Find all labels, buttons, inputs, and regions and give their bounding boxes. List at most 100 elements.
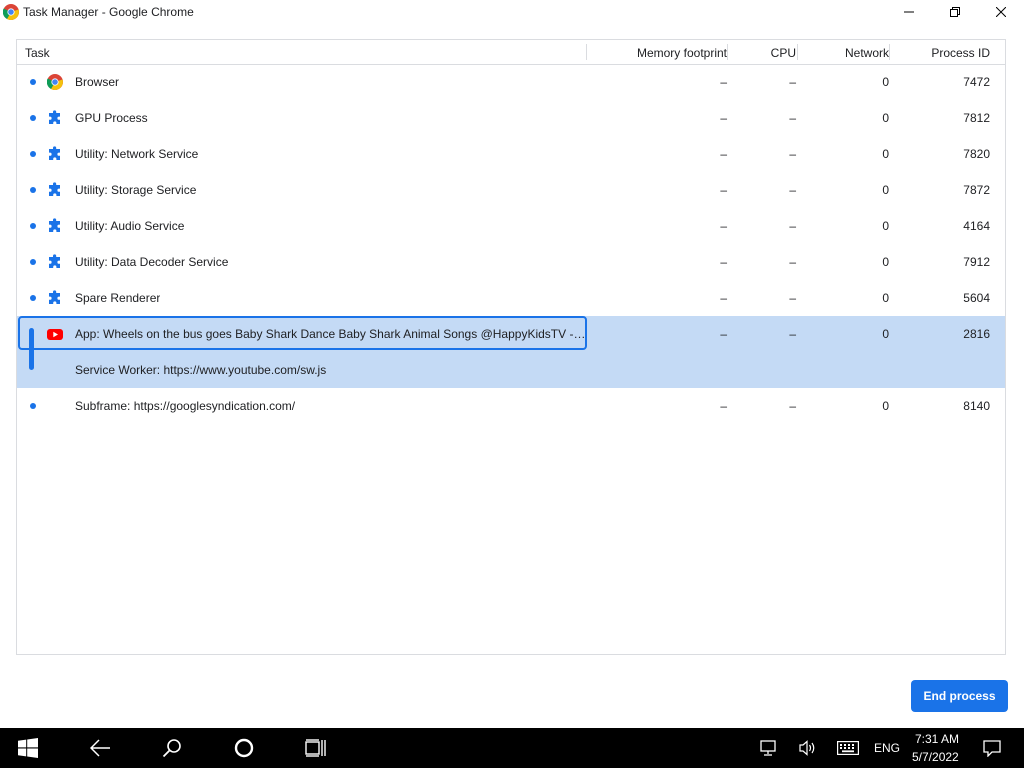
task-name: Browser — [75, 75, 120, 89]
task-name: Service Worker: https://www.youtube.com/… — [75, 363, 327, 377]
process-group-bar — [29, 328, 34, 370]
focus-ring — [18, 316, 587, 350]
process-id-cell: 7812 — [963, 111, 990, 125]
column-header-process-id[interactable]: Process ID — [931, 40, 990, 64]
taskbar: ENG 7:31 AM 5/7/2022 — [0, 728, 1024, 768]
puzzle-icon — [49, 146, 60, 160]
puzzle-icon — [49, 290, 60, 304]
process-id-cell: 7872 — [963, 183, 990, 197]
table-row[interactable]: Spare Renderer – – 0 5604 — [17, 280, 1005, 316]
table-row[interactable]: Utility: Storage Service – – 0 7872 — [17, 172, 1005, 208]
process-id-cell: 4164 — [963, 219, 990, 233]
table-row-selected[interactable]: Service Worker: https://www.youtube.com/… — [17, 352, 1005, 388]
process-group-dot — [30, 79, 36, 85]
back-arrow-icon — [90, 739, 110, 757]
table-row[interactable]: Utility: Audio Service – – 0 4164 — [17, 208, 1005, 244]
process-group-dot — [30, 151, 36, 157]
process-group-dot — [30, 403, 36, 409]
task-name: Utility: Storage Service — [75, 183, 197, 197]
process-id-cell: 8140 — [963, 399, 990, 413]
table-row[interactable]: Utility: Network Service – – 0 7820 — [17, 136, 1005, 172]
cpu-cell: – — [789, 183, 796, 197]
table-row[interactable]: GPU Process – – 0 7812 — [17, 100, 1005, 136]
task-name: Utility: Audio Service — [75, 219, 185, 233]
table-row[interactable]: Browser – – 0 7472 — [17, 64, 1005, 100]
column-header-memory[interactable]: Memory footprint — [637, 40, 727, 64]
network-cell: 0 — [882, 291, 889, 305]
table-row[interactable]: Subframe: https://googlesyndication.com/… — [17, 388, 1005, 424]
table-row[interactable]: Utility: Data Decoder Service – – 0 7912 — [17, 244, 1005, 280]
column-divider[interactable] — [889, 44, 890, 60]
task-name: GPU Process — [75, 111, 148, 125]
network-tray-button[interactable] — [752, 728, 784, 768]
clock-time[interactable]: 7:31 AM — [915, 732, 959, 746]
clock-date[interactable]: 5/7/2022 — [912, 750, 959, 764]
column-divider[interactable] — [586, 44, 587, 60]
end-process-button[interactable]: End process — [911, 680, 1008, 712]
title-bar: Task Manager - Google Chrome — [0, 0, 1024, 24]
process-group-dot — [30, 115, 36, 121]
cpu-cell: – — [789, 147, 796, 161]
task-view-button[interactable] — [296, 728, 336, 768]
task-view-icon — [305, 739, 326, 757]
cortana-circle-icon — [234, 738, 254, 758]
cpu-cell: – — [789, 327, 796, 341]
search-button[interactable] — [152, 728, 192, 768]
column-header-network[interactable]: Network — [845, 40, 889, 64]
column-header-task[interactable]: Task — [25, 40, 50, 64]
restore-button[interactable] — [932, 0, 978, 24]
touch-keyboard-button[interactable] — [832, 728, 864, 768]
column-divider[interactable] — [797, 44, 798, 60]
network-cell: 0 — [882, 327, 889, 341]
network-cell: 0 — [882, 255, 889, 269]
speaker-icon — [799, 740, 815, 756]
network-cell: 0 — [882, 75, 889, 89]
puzzle-icon — [49, 218, 60, 232]
windows-logo-icon — [18, 738, 38, 758]
puzzle-icon — [49, 110, 60, 124]
process-group-dot — [30, 223, 36, 229]
process-group-dot — [30, 295, 36, 301]
start-button[interactable] — [8, 728, 48, 768]
cpu-cell: – — [789, 255, 796, 269]
cpu-cell: – — [789, 111, 796, 125]
cpu-cell: – — [789, 75, 796, 89]
task-table: Task Memory footprint CPU Network Proces… — [16, 39, 1006, 655]
process-group-dot — [30, 187, 36, 193]
puzzle-icon — [49, 182, 60, 196]
chrome-icon — [3, 4, 19, 20]
memory-cell: – — [720, 219, 727, 233]
memory-cell: – — [720, 291, 727, 305]
process-id-cell: 7472 — [963, 75, 990, 89]
minimize-button[interactable] — [886, 0, 932, 24]
process-id-cell: 7820 — [963, 147, 990, 161]
cpu-cell: – — [789, 219, 796, 233]
task-name: Utility: Network Service — [75, 147, 199, 161]
process-id-cell: 7912 — [963, 255, 990, 269]
cpu-cell: – — [789, 399, 796, 413]
chrome-icon — [47, 74, 63, 90]
search-icon — [162, 739, 181, 758]
network-cell: 0 — [882, 399, 889, 413]
close-button[interactable] — [978, 0, 1024, 24]
network-icon — [760, 740, 776, 756]
window-title: Task Manager - Google Chrome — [23, 5, 194, 19]
memory-cell: – — [720, 75, 727, 89]
action-center-button[interactable] — [976, 728, 1008, 768]
back-button[interactable] — [80, 728, 120, 768]
volume-tray-button[interactable] — [792, 728, 824, 768]
column-divider[interactable] — [727, 44, 728, 60]
notification-icon — [983, 740, 1001, 757]
cortana-button[interactable] — [224, 728, 264, 768]
process-id-cell: 2816 — [963, 327, 990, 341]
network-cell: 0 — [882, 219, 889, 233]
network-cell: 0 — [882, 147, 889, 161]
task-name: Spare Renderer — [75, 291, 161, 305]
column-header-cpu[interactable]: CPU — [771, 40, 796, 64]
input-language[interactable]: ENG — [874, 741, 900, 755]
memory-cell: – — [720, 327, 727, 341]
memory-cell: – — [720, 111, 727, 125]
process-group-dot — [30, 259, 36, 265]
memory-cell: – — [720, 255, 727, 269]
task-name: Utility: Data Decoder Service — [75, 255, 229, 269]
